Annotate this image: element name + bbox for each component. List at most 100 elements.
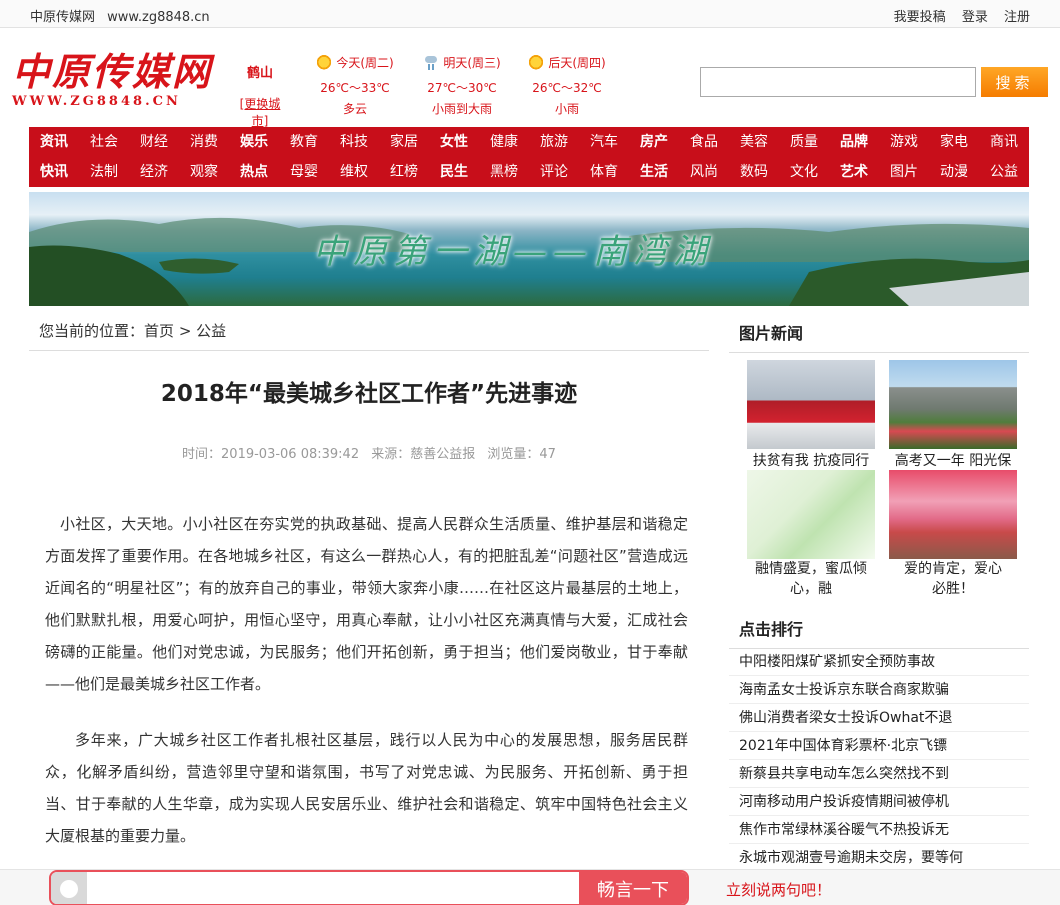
nav-item[interactable]: 民生 xyxy=(429,157,479,187)
pic-news-caption[interactable]: 扶贫有我 抗疫同行 xyxy=(747,449,875,471)
rain-icon xyxy=(423,55,439,71)
nav-item[interactable]: 风尚 xyxy=(679,157,729,187)
login-link[interactable]: 登录 xyxy=(962,10,988,25)
weather-day-after: 后天(周四) 26℃～32℃ 小雨 xyxy=(507,54,627,117)
search-input[interactable] xyxy=(700,67,976,97)
comment-box: 畅言一下 xyxy=(49,870,689,905)
nav-item[interactable]: 动漫 xyxy=(929,157,979,187)
breadcrumb-home[interactable]: 首页 xyxy=(144,322,174,340)
nav-item[interactable]: 快讯 xyxy=(29,157,79,187)
nav-item[interactable]: 体育 xyxy=(579,157,629,187)
sunny-cloudy-icon xyxy=(528,54,545,71)
weather-day: 今天(周二) xyxy=(336,56,394,70)
pic-news-item[interactable]: 高考又一年 阳光保 xyxy=(889,360,1017,471)
rank-item[interactable]: 新蔡县共享电动车怎么突然找不到 xyxy=(729,760,1029,788)
nav-item[interactable]: 美容 xyxy=(729,127,779,157)
city-selector: 鹤山 [更换城市] xyxy=(232,62,288,129)
pic-news-image[interactable] xyxy=(747,360,875,449)
nav-item[interactable]: 热点 xyxy=(229,157,279,187)
nav-item[interactable]: 数码 xyxy=(729,157,779,187)
nav-item[interactable]: 食品 xyxy=(679,127,729,157)
nav-item[interactable]: 维权 xyxy=(329,157,379,187)
nav-item[interactable]: 财经 xyxy=(129,127,179,157)
weather-desc: 小雨 xyxy=(554,102,579,116)
sunny-cloudy-icon xyxy=(316,54,333,71)
pic-news-image[interactable] xyxy=(747,470,875,559)
search-button[interactable]: 搜索 xyxy=(981,67,1048,97)
pic-news-image[interactable] xyxy=(889,360,1017,449)
nav-item[interactable]: 公益 xyxy=(979,157,1029,187)
nav-item[interactable]: 经济 xyxy=(129,157,179,187)
nav-item[interactable]: 房产 xyxy=(629,127,679,157)
nav-item[interactable]: 社会 xyxy=(79,127,129,157)
nav-item[interactable]: 艺术 xyxy=(829,157,879,187)
nav-item[interactable]: 消费 xyxy=(179,127,229,157)
nav-item[interactable]: 家居 xyxy=(379,127,429,157)
nav-item[interactable]: 家电 xyxy=(929,127,979,157)
article-paragraph: 小社区，大天地。小小社区在夯实党的执政基础、提高人民群众生活质量、维护基层和谐稳… xyxy=(45,515,688,693)
nav-item[interactable]: 母婴 xyxy=(279,157,329,187)
rank-item[interactable]: 焦作市常绿林溪谷暖气不热投诉无 xyxy=(729,816,1029,844)
weather-temp: 26℃～33℃ xyxy=(320,81,390,95)
rank-item[interactable]: 2021年中国体育彩票杯·北京飞镖 xyxy=(729,732,1029,760)
nav-item[interactable]: 女性 xyxy=(429,127,479,157)
nav-item[interactable]: 黑榜 xyxy=(479,157,529,187)
nav-item[interactable]: 科技 xyxy=(329,127,379,157)
article-views: 浏览量：47 xyxy=(487,447,556,462)
nav-item[interactable]: 商讯 xyxy=(979,127,1029,157)
pic-news-caption[interactable]: 爱的肯定，爱心必胜！ xyxy=(889,559,1017,599)
weather-day: 后天(周四) xyxy=(548,56,606,70)
comment-bar: 畅言一下 立刻说两句吧！ xyxy=(0,869,1060,905)
weather-desc: 小雨到大雨 xyxy=(431,102,492,116)
submit-article-link[interactable]: 我要投稿 xyxy=(894,10,946,25)
rank-item[interactable]: 佛山消费者梁女士投诉Owhat不退 xyxy=(729,704,1029,732)
pic-news-caption[interactable]: 高考又一年 阳光保 xyxy=(889,449,1017,471)
nav-item[interactable]: 法制 xyxy=(79,157,129,187)
rank-item[interactable]: 中阳楼阳煤矿紧抓安全预防事故 xyxy=(729,648,1029,676)
nav-item[interactable]: 红榜 xyxy=(379,157,429,187)
pic-news-item[interactable]: 融情盛夏，蜜瓜倾心，融 xyxy=(747,470,875,599)
nav-item[interactable]: 汽车 xyxy=(579,127,629,157)
site-logo[interactable]: 中原传媒网 WWW.ZG8848.CN xyxy=(12,50,212,114)
rank-item[interactable]: 河南移动用户投诉疫情期间被停机 xyxy=(729,788,1029,816)
nav-item[interactable]: 教育 xyxy=(279,127,329,157)
breadcrumb: 您当前的位置：首页 > 公益 xyxy=(39,320,226,341)
site-info: 中原传媒网 www.zg8848.cn xyxy=(30,6,218,25)
nav-item[interactable]: 图片 xyxy=(879,157,929,187)
weather-temp: 27℃～30℃ xyxy=(427,81,497,95)
post-comment-button[interactable]: 畅言一下 xyxy=(579,872,687,904)
nav-row-2: 快讯 法制 经济 观察 热点 母婴 维权 红榜 民生 黑榜 评论 体育 生活 风… xyxy=(29,157,1029,187)
nav-item[interactable]: 文化 xyxy=(779,157,829,187)
rank-item[interactable]: 海南孟女士投诉京东联合商家欺骗 xyxy=(729,676,1029,704)
nav-item[interactable]: 资讯 xyxy=(29,127,79,157)
nav-item[interactable]: 生活 xyxy=(629,157,679,187)
nav-item[interactable]: 评论 xyxy=(529,157,579,187)
weather-day: 明天(周三) xyxy=(443,56,501,70)
logo-en: WWW.ZG8848.CN xyxy=(12,94,181,109)
nav-item[interactable]: 娱乐 xyxy=(229,127,279,157)
click-rank-list: 中阳楼阳煤矿紧抓安全预防事故 海南孟女士投诉京东联合商家欺骗 佛山消费者梁女士投… xyxy=(729,648,1029,872)
nav-item[interactable]: 旅游 xyxy=(529,127,579,157)
user-links: 我要投稿 登录 注册 xyxy=(882,6,1030,25)
pic-news-image[interactable] xyxy=(889,470,1017,559)
comment-prompt[interactable]: 立刻说两句吧！ xyxy=(726,879,831,900)
pic-news-item[interactable]: 扶贫有我 抗疫同行 xyxy=(747,360,875,471)
site-url: www.zg8848.cn xyxy=(107,10,210,25)
breadcrumb-current[interactable]: 公益 xyxy=(196,322,226,340)
register-link[interactable]: 注册 xyxy=(1004,10,1030,25)
comment-input[interactable] xyxy=(91,876,571,902)
main-nav: 资讯 社会 财经 消费 娱乐 教育 科技 家居 女性 健康 旅游 汽车 房产 食… xyxy=(29,127,1029,187)
nav-item[interactable]: 观察 xyxy=(179,157,229,187)
city-name: 鹤山 xyxy=(246,66,273,81)
nav-item[interactable]: 健康 xyxy=(479,127,529,157)
banner-title: 中原第一湖——南湾湖 xyxy=(313,232,713,272)
change-city-link[interactable]: [更换城市] xyxy=(232,95,288,129)
pic-news-caption[interactable]: 融情盛夏，蜜瓜倾心，融 xyxy=(747,559,875,599)
nav-row-1: 资讯 社会 财经 消费 娱乐 教育 科技 家居 女性 健康 旅游 汽车 房产 食… xyxy=(29,127,1029,157)
nav-item[interactable]: 游戏 xyxy=(879,127,929,157)
pic-news-item[interactable]: 爱的肯定，爱心必胜！ xyxy=(889,470,1017,599)
lake-banner[interactable]: 中原第一湖——南湾湖 xyxy=(29,192,1029,306)
rank-item[interactable]: 永城市观湖壹号逾期未交房，要等何 xyxy=(729,844,1029,872)
nav-item[interactable]: 品牌 xyxy=(829,127,879,157)
nav-item[interactable]: 质量 xyxy=(779,127,829,157)
